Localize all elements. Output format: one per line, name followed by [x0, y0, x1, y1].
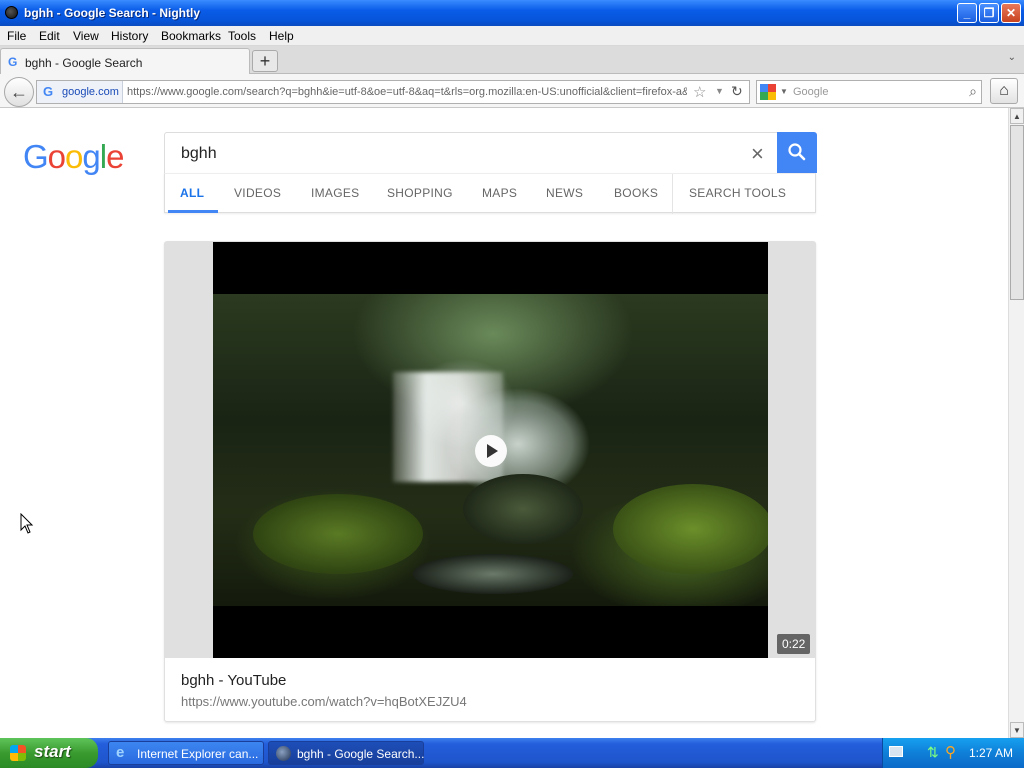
search-placeholder: Google [793, 86, 829, 98]
moss2 [253, 494, 423, 574]
tab-maps[interactable]: MAPS [482, 186, 517, 200]
menu-file[interactable]: File [7, 29, 26, 43]
moss1 [613, 484, 768, 574]
taskbar-item-label: Internet Explorer can... [137, 747, 259, 761]
tab-images[interactable]: IMAGES [311, 186, 359, 200]
logo-letter: e [106, 138, 124, 175]
active-tab-indicator [168, 210, 218, 213]
menu-history[interactable]: History [111, 29, 148, 43]
site-identity-label: google.com [62, 86, 119, 98]
navigation-toolbar: ← G google.com https://www.google.com/se… [0, 74, 1024, 108]
start-button[interactable]: start [0, 738, 98, 768]
start-label: start [34, 742, 71, 761]
tab-bar: G bghh - Google Search + ⌄ [0, 46, 1024, 75]
play-button-icon[interactable] [475, 435, 507, 467]
url-text[interactable]: https://www.google.com/search?q=bghh&ie=… [127, 86, 687, 98]
video-thumbnail[interactable] [213, 242, 768, 658]
windows-logo-icon [10, 745, 26, 761]
logo-letter: G [23, 138, 49, 175]
tab-label: bghh - Google Search [25, 56, 143, 70]
nightly-app-icon [5, 6, 18, 19]
system-tray: ⇅ ⚲ 1:27 AM [882, 738, 1024, 768]
nightly-icon [276, 746, 291, 761]
pool [413, 554, 573, 594]
tabs-divider [672, 174, 673, 214]
title-bar[interactable]: bghh - Google Search - Nightly _ ❐ ✕ [0, 0, 1024, 26]
bookmark-star-icon[interactable]: ☆ [693, 83, 706, 101]
scroll-down-arrow-icon[interactable]: ▼ [1010, 722, 1024, 738]
url-history-dropdown-icon[interactable]: ▼ [715, 86, 724, 96]
menu-help[interactable]: Help [269, 29, 294, 43]
page-content: Google bghh × ALL VIDEOS IMAGES SHOPPING… [0, 108, 1008, 738]
tab-books[interactable]: BOOKS [614, 186, 658, 200]
search-magnifier-icon[interactable]: ⌕ [969, 83, 977, 100]
taskbar-item-nightly[interactable]: bghh - Google Search... [268, 741, 424, 765]
search-tools-button[interactable]: SEARCH TOOLS [689, 186, 786, 200]
search-submit-button[interactable] [777, 132, 817, 173]
search-icon [788, 143, 806, 161]
search-query-input[interactable]: bghh [181, 145, 217, 163]
engine-dropdown-icon[interactable]: ▼ [780, 87, 788, 96]
google-logo[interactable]: Google [23, 138, 124, 176]
site-identity-button[interactable]: G google.com [37, 81, 123, 103]
rock [463, 474, 583, 544]
restore-button[interactable]: ❐ [979, 3, 999, 23]
scrollbar-thumb[interactable] [1010, 125, 1024, 300]
menu-tools[interactable]: Tools [228, 29, 256, 43]
google-search-box[interactable]: bghh × [164, 132, 817, 173]
menu-edit[interactable]: Edit [39, 29, 60, 43]
google-favicon-icon: G [43, 84, 54, 99]
keyboard-icon[interactable] [889, 746, 903, 757]
video-result-card[interactable]: 0:22 bghh - YouTube https://www.youtube.… [164, 241, 816, 722]
ie-icon: e [116, 744, 125, 761]
tab-google-search[interactable]: G bghh - Google Search [0, 48, 250, 75]
new-tab-button[interactable]: + [252, 50, 278, 72]
tab-shopping[interactable]: SHOPPING [387, 186, 453, 200]
close-button[interactable]: ✕ [1001, 3, 1021, 23]
search-type-tabs: ALL VIDEOS IMAGES SHOPPING MAPS NEWS BOO… [164, 173, 816, 214]
reload-icon[interactable]: ↻ [731, 83, 743, 100]
logo-letter: g [82, 138, 100, 175]
clock[interactable]: 1:27 AM [969, 746, 1013, 760]
menu-bar: File Edit View History Bookmarks Tools H… [0, 26, 1024, 46]
back-button[interactable]: ← [4, 77, 34, 107]
scroll-up-arrow-icon[interactable]: ▲ [1010, 108, 1024, 124]
result-title-link[interactable]: bghh - YouTube [181, 672, 286, 689]
tab-videos[interactable]: VIDEOS [234, 186, 281, 200]
tab-news[interactable]: NEWS [546, 186, 583, 200]
video-thumbnail-area[interactable]: 0:22 [165, 242, 815, 658]
google-favicon-icon: G [8, 55, 18, 69]
clear-search-icon[interactable]: × [751, 141, 764, 167]
search-tray-icon[interactable]: ⚲ [945, 743, 956, 761]
network-icon[interactable]: ⇅ [927, 744, 939, 761]
logo-letter: o [47, 138, 66, 175]
windows-taskbar: start e Internet Explorer can... bghh - … [0, 738, 1024, 768]
google-engine-icon[interactable] [760, 84, 776, 100]
search-bar[interactable]: ▼ Google ⌕ [756, 80, 982, 104]
window-title: bghh - Google Search - Nightly [24, 6, 201, 20]
menu-bookmarks[interactable]: Bookmarks [161, 29, 221, 43]
logo-letter: o [65, 138, 83, 175]
taskbar-item-internet-explorer[interactable]: e Internet Explorer can... [108, 741, 264, 765]
menu-view[interactable]: View [73, 29, 99, 43]
result-url: https://www.youtube.com/watch?v=hqBotXEJ… [181, 694, 467, 709]
tab-list-chevron-icon[interactable]: ⌄ [1008, 52, 1016, 63]
vertical-scrollbar[interactable]: ▲ ▼ [1008, 108, 1024, 738]
taskbar-item-label: bghh - Google Search... [297, 747, 425, 761]
home-button[interactable]: ⌂ [990, 78, 1018, 104]
browser-window: bghh - Google Search - Nightly _ ❐ ✕ Fil… [0, 0, 1024, 738]
tab-all[interactable]: ALL [180, 186, 204, 200]
minimize-button[interactable]: _ [957, 3, 977, 23]
video-duration-badge: 0:22 [777, 634, 811, 654]
url-bar[interactable]: G google.com https://www.google.com/sear… [36, 80, 750, 104]
